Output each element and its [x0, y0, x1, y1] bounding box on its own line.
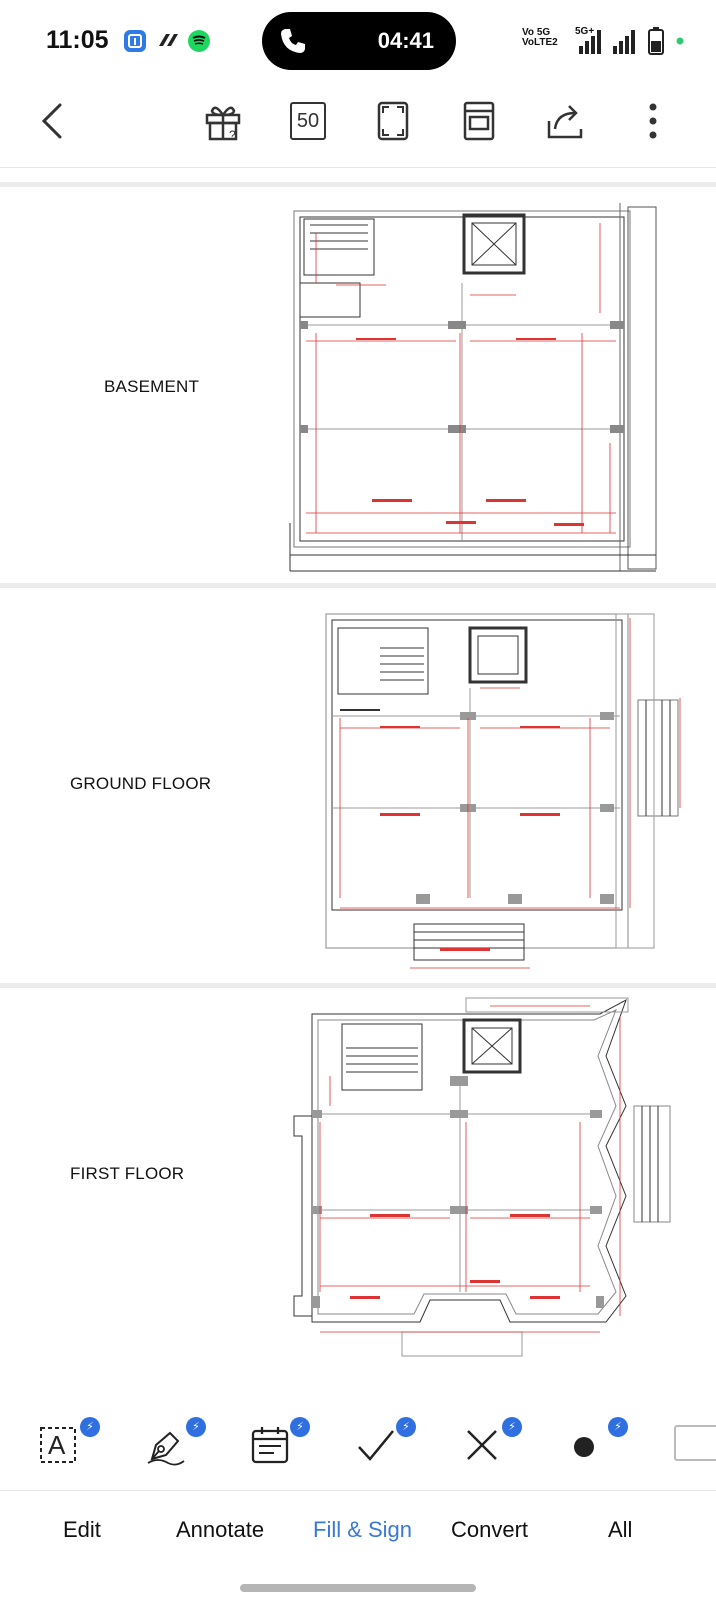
network-label: Vo 5G VoLTE2 [522, 28, 558, 48]
floor-plan-drawing [293, 997, 671, 1357]
fit-screen-button[interactable] [368, 96, 418, 146]
page-count-button[interactable]: 50 [283, 96, 333, 146]
pro-badge-icon: ⚡ [396, 1417, 416, 1437]
pen-icon [147, 1431, 185, 1466]
toolbar: ? 50 [0, 82, 716, 168]
cross-icon [467, 1430, 497, 1460]
share-button[interactable] [540, 96, 590, 146]
gift-button[interactable]: ? [198, 96, 248, 146]
document-view[interactable]: BASEMENT GROUND FLOOR FIRST FLOOR [0, 170, 716, 1395]
more-button[interactable] [628, 96, 678, 146]
back-icon [41, 103, 62, 139]
dot-icon [574, 1437, 594, 1457]
layout-button[interactable] [454, 96, 504, 146]
floor-label: BASEMENT [104, 377, 200, 396]
bottom-tabs: Edit Annotate Fill & Sign Convert All [0, 1491, 716, 1571]
page-first-floor: FIRST FLOOR [0, 988, 716, 1395]
back-button[interactable] [28, 96, 78, 146]
screen: 11:05 04:41 Vo 5G VoLTE2 5G+ ? 50 BASEME… [0, 0, 716, 1600]
text-box-letter: A [48, 1430, 66, 1460]
page-count: 50 [296, 109, 320, 132]
calendar-icon [251, 1427, 289, 1464]
tab-edit[interactable]: Edit [63, 1517, 101, 1543]
cross-tool[interactable]: ⚡ [460, 1417, 522, 1473]
floor-plan-drawing [289, 203, 657, 572]
status-time: 11:05 [46, 26, 109, 54]
layout-icon [463, 101, 495, 141]
pro-badge-icon: ⚡ [502, 1417, 522, 1437]
tab-all[interactable]: All [608, 1517, 632, 1543]
tool-bar: A ⚡ ⚡ ⚡ ⚡ ⚡ ⚡ [0, 1395, 716, 1490]
spotify-icon [188, 30, 210, 52]
tab-annotate[interactable]: Annotate [176, 1517, 264, 1543]
more-tools-peek[interactable] [674, 1425, 716, 1461]
text-box-tool[interactable]: A ⚡ [34, 1417, 100, 1473]
home-indicator[interactable] [240, 1584, 476, 1592]
signal-icon [579, 30, 635, 54]
floor-label: GROUND FLOOR [70, 774, 212, 793]
page-count-box: 50 [290, 102, 326, 140]
floor-plan-drawing [325, 613, 681, 969]
more-icon [649, 103, 657, 139]
share-icon [547, 105, 583, 139]
check-icon [358, 1430, 394, 1461]
network-line2: VoLTE2 [522, 37, 558, 48]
svg-text:?: ? [229, 128, 236, 142]
tab-convert[interactable]: Convert [451, 1517, 528, 1543]
fit-screen-icon [377, 101, 409, 141]
pro-badge-icon: ⚡ [80, 1417, 100, 1437]
battery-icon [648, 27, 684, 55]
gift-icon: ? [205, 106, 241, 142]
app-blue-icon [124, 30, 146, 52]
calendar-tool[interactable]: ⚡ [248, 1417, 310, 1473]
phone-icon [281, 29, 305, 53]
status-bar: 11:05 04:41 Vo 5G VoLTE2 5G+ [0, 0, 716, 82]
dot-tool[interactable]: ⚡ [566, 1417, 628, 1473]
floor-label: FIRST FLOOR [70, 1164, 185, 1183]
pro-badge-icon: ⚡ [186, 1417, 206, 1437]
pro-badge-icon: ⚡ [290, 1417, 310, 1437]
call-timer: 04:41 [377, 28, 434, 53]
tab-fill-sign[interactable]: Fill & Sign [313, 1517, 412, 1543]
check-tool[interactable]: ⚡ [354, 1417, 416, 1473]
page-basement: BASEMENT [0, 187, 716, 583]
pen-tool[interactable]: ⚡ [142, 1417, 206, 1473]
app-link-icon [156, 30, 178, 52]
pro-badge-icon: ⚡ [608, 1417, 628, 1437]
call-indicator[interactable]: 04:41 [262, 12, 456, 70]
page-ground-floor: GROUND FLOOR [0, 588, 716, 983]
